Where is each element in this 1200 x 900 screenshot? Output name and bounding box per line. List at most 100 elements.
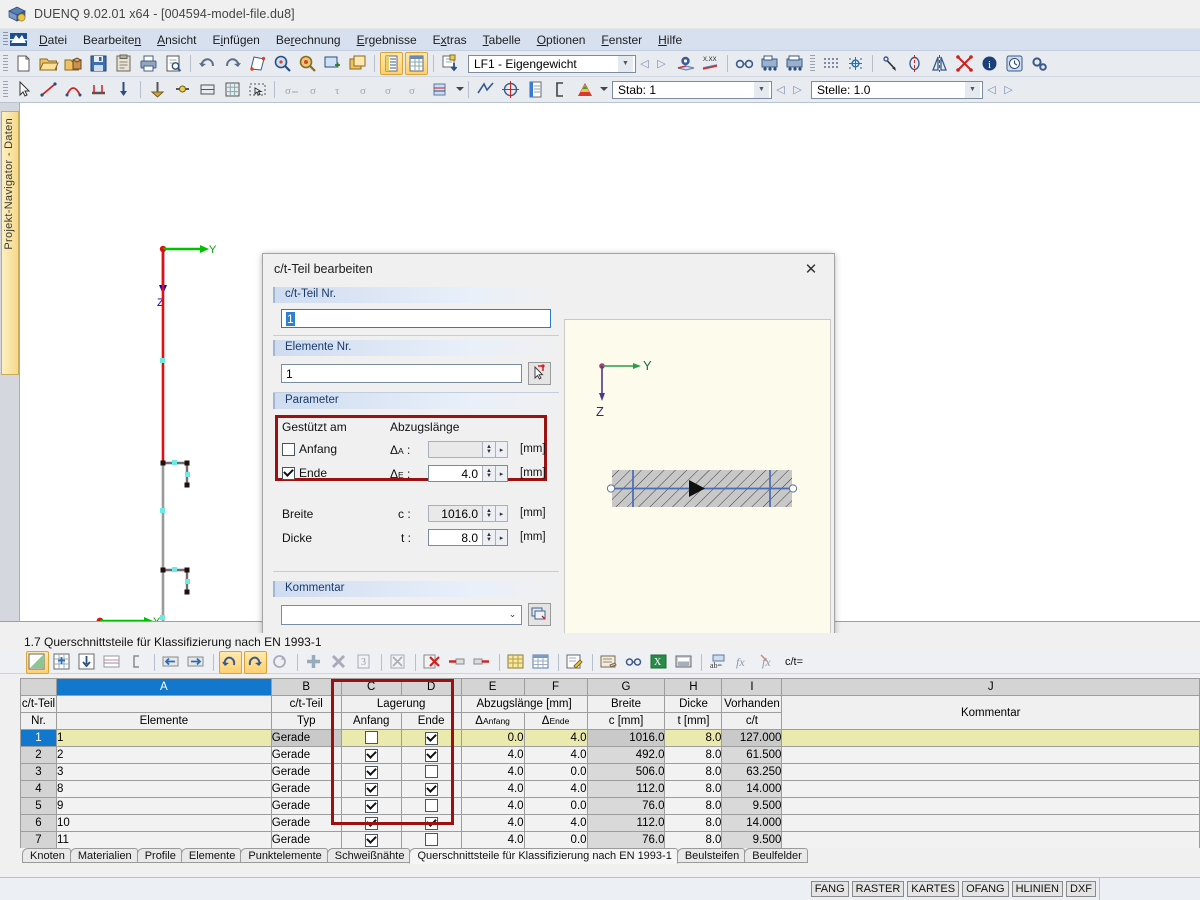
delta-e-spinner[interactable]: 4.0 ▲ ▼ ▸ xyxy=(428,465,508,482)
column-header-A[interactable]: A xyxy=(55,678,272,696)
edit-pencil-icon[interactable] xyxy=(564,651,587,674)
add-icon[interactable] xyxy=(303,651,326,674)
cell-elements[interactable]: 1 xyxy=(55,729,272,747)
result-icon[interactable] xyxy=(474,78,497,101)
refresh-icon[interactable] xyxy=(269,651,292,674)
new-window-icon[interactable] xyxy=(346,52,369,75)
fill-down-icon[interactable] xyxy=(76,651,99,674)
table-row[interactable]: 5 9 Gerade 4.0 0.0 76.0 8.0 9.500 xyxy=(20,797,1200,815)
menu-item-tabelle[interactable]: Tabelle xyxy=(475,31,529,49)
stress-tau-icon[interactable]: τ xyxy=(330,78,353,101)
thickness-more-button[interactable]: ▸ xyxy=(495,530,507,545)
member-next-button[interactable]: ▷ xyxy=(789,81,806,98)
clear-icon[interactable] xyxy=(387,651,410,674)
excel-icon[interactable]: X xyxy=(648,651,671,674)
delta-a-spin-buttons[interactable]: ▲ ▼ xyxy=(482,442,495,457)
menu-item-einfuegen[interactable]: Einfügen xyxy=(204,31,267,49)
comment-library-icon[interactable] xyxy=(528,603,551,626)
menu-item-ergebnisse[interactable]: Ergebnisse xyxy=(349,31,425,49)
clipboard-icon[interactable] xyxy=(112,52,135,75)
cell-vorhanden[interactable]: 63.250 xyxy=(721,763,783,781)
cell-delta-anfang[interactable]: 4.0 xyxy=(460,831,525,848)
sheet-tab-profile[interactable]: Profile xyxy=(136,848,182,863)
toolbar-grip-2[interactable] xyxy=(810,55,815,72)
row-header[interactable]: 2 xyxy=(20,746,57,764)
table-row[interactable]: 3 3 Gerade 4.0 0.0 506.0 8.0 63.250 xyxy=(20,763,1200,781)
cell-dicke[interactable]: 8.0 xyxy=(664,831,723,848)
table-row[interactable]: 1 1 Gerade 0.0 4.0 1016.0 8.0 127.000 xyxy=(20,729,1200,747)
grid2-icon[interactable] xyxy=(221,78,244,101)
printer-train-icon[interactable] xyxy=(758,52,781,75)
cell-kommentar[interactable] xyxy=(781,729,1200,747)
open-package-icon[interactable] xyxy=(62,52,85,75)
member-prev-button[interactable]: ◁ xyxy=(772,81,789,98)
colorize-icon[interactable] xyxy=(505,651,528,674)
status-button-ofang[interactable]: OFANG xyxy=(962,881,1009,897)
table-row[interactable]: 4 8 Gerade 4.0 4.0 112.0 8.0 14.000 xyxy=(20,780,1200,798)
calculator-icon[interactable] xyxy=(673,651,696,674)
cell-delta-anfang[interactable]: 0.0 xyxy=(460,729,525,747)
next-table-icon[interactable] xyxy=(185,651,208,674)
grid-dots-icon[interactable] xyxy=(819,52,842,75)
undo-icon[interactable] xyxy=(196,52,219,75)
delta-e-spin-buttons[interactable]: ▲ ▼ xyxy=(482,466,495,481)
selection-icon[interactable] xyxy=(101,651,124,674)
position-prev-button[interactable]: ◁ xyxy=(983,81,1000,98)
row-header[interactable]: 6 xyxy=(20,814,57,832)
corner-cell[interactable] xyxy=(20,678,57,696)
info-row-icon[interactable]: 3 xyxy=(353,651,376,674)
mirror-icon[interactable] xyxy=(928,52,951,75)
close-icon[interactable]: ✕ xyxy=(792,255,830,283)
stress-sigma3-icon[interactable]: σ xyxy=(355,78,378,101)
view-eye-icon[interactable] xyxy=(674,52,697,75)
cell-delta-ende[interactable]: 4.0 xyxy=(523,746,588,764)
redo-icon[interactable] xyxy=(244,650,267,674)
row-header[interactable]: 5 xyxy=(20,797,57,815)
column-header-G[interactable]: G xyxy=(586,678,666,696)
hatch-icon[interactable] xyxy=(499,78,522,101)
project-navigator-tab[interactable]: Projekt-Navigator - Daten xyxy=(1,111,19,375)
load-icon[interactable] xyxy=(112,78,135,101)
ct-part-no-input[interactable]: 1 xyxy=(281,309,551,328)
cell-kommentar[interactable] xyxy=(781,763,1200,781)
undo-icon[interactable] xyxy=(219,650,242,674)
cell-delta-anfang[interactable]: 4.0 xyxy=(460,763,525,781)
cell-ende[interactable] xyxy=(400,831,462,848)
table-row[interactable]: 2 2 Gerade 4.0 4.0 492.0 8.0 61.500 xyxy=(20,746,1200,764)
chevron-down-icon[interactable]: ▼ xyxy=(965,81,980,98)
bracket-icon[interactable] xyxy=(126,651,149,674)
cell-delta-ende[interactable]: 0.0 xyxy=(523,831,588,848)
cell-delta-anfang[interactable]: 4.0 xyxy=(460,780,525,798)
pick-element-icon[interactable] xyxy=(528,362,551,385)
width-spin-buttons[interactable]: ▲ ▼ xyxy=(482,506,495,521)
cell-elements[interactable]: 9 xyxy=(55,797,272,815)
cell-breite[interactable]: 492.0 xyxy=(586,746,666,764)
stress-sigma4-icon[interactable]: σ xyxy=(380,78,403,101)
position-combo[interactable]: Stelle: 1.0 ▼ xyxy=(811,80,983,99)
status-button-raster[interactable]: RASTER xyxy=(851,881,905,897)
sheet-tab-querschnittsteile[interactable]: Querschnittsteile für Klassifizierung na… xyxy=(409,848,678,864)
table-grid-wrapper[interactable]: A B C D E F G H I J c/t-Teil c/t-Teil La… xyxy=(20,678,1200,848)
abc-icon[interactable]: ab= xyxy=(707,651,730,674)
status-button-dxf[interactable]: DXF xyxy=(1066,881,1096,897)
member-icon[interactable] xyxy=(87,78,110,101)
cell-delta-anfang[interactable]: 4.0 xyxy=(460,746,525,764)
loadcase-prev-button[interactable]: ◁ xyxy=(636,55,653,72)
colorscale-icon[interactable] xyxy=(574,78,597,101)
cell-delta-ende[interactable]: 0.0 xyxy=(523,763,588,781)
loadcase-combo[interactable]: LF1 - Eigengewicht ▼ xyxy=(468,54,636,73)
menu-item-bearbeiten[interactable]: Bearbeiten xyxy=(75,31,149,49)
column-header-I[interactable]: I xyxy=(721,678,783,696)
cell-delta-ende[interactable]: 4.0 xyxy=(523,814,588,832)
cell-kommentar[interactable] xyxy=(781,746,1200,764)
sheet-tab-beulfelder[interactable]: Beulfelder xyxy=(744,848,808,863)
notes-icon[interactable] xyxy=(598,651,621,674)
menu-grip[interactable] xyxy=(3,32,8,47)
cell-delta-ende[interactable]: 0.0 xyxy=(523,797,588,815)
menu-item-fenster[interactable]: Fenster xyxy=(593,31,650,49)
checkbox-anfang[interactable] xyxy=(364,833,378,847)
sheet-tab-materialien[interactable]: Materialien xyxy=(69,848,138,863)
zoom-target-icon[interactable] xyxy=(296,52,319,75)
member-combo[interactable]: Stab: 1 ▼ xyxy=(612,80,772,99)
cell-elements[interactable]: 8 xyxy=(55,780,272,798)
